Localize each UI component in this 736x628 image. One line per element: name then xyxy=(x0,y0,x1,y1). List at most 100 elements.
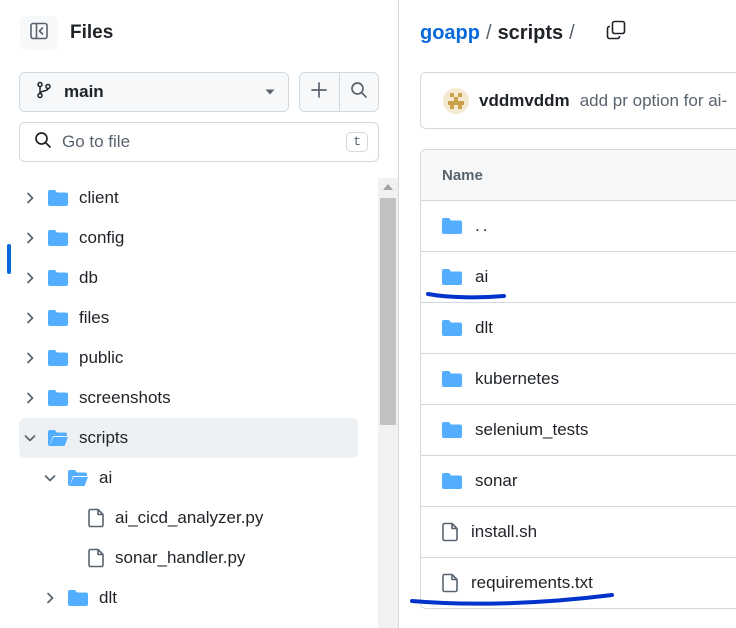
tree-item-ai-cicd-analyzer-py[interactable]: ai_cicd_analyzer.py xyxy=(59,498,358,538)
file-name-link[interactable]: dlt xyxy=(475,318,493,338)
folder-icon xyxy=(67,589,89,607)
tree-item-label: client xyxy=(79,188,119,207)
table-row[interactable]: sonar xyxy=(421,456,736,507)
commit-message[interactable]: add pr option for ai- xyxy=(580,91,727,111)
sidebar-header: Files xyxy=(20,16,114,50)
table-row[interactable]: requirements.txt xyxy=(421,558,736,608)
file-tree: client config db files public screenshots scri… xyxy=(0,178,372,628)
folder-open-icon xyxy=(47,429,69,447)
tree-item-db[interactable]: db xyxy=(19,258,358,298)
scrollbar-thumb[interactable] xyxy=(380,198,396,425)
triangle-down-icon xyxy=(264,83,276,101)
breadcrumb-repo-link[interactable]: goapp xyxy=(420,22,480,45)
folder-icon xyxy=(47,389,69,407)
tree-item-label: sonar_handler.py xyxy=(115,548,246,567)
folder-icon xyxy=(441,421,463,439)
tree-item-label: files xyxy=(79,308,110,327)
chevron-right-icon[interactable] xyxy=(39,592,61,604)
file-name-link[interactable]: requirements.txt xyxy=(471,573,593,593)
breadcrumb-current: scripts xyxy=(497,21,564,44)
file-icon xyxy=(87,508,105,528)
folder-icon xyxy=(47,309,69,327)
go-to-file-search[interactable]: t xyxy=(19,122,379,162)
tree-actions xyxy=(299,72,379,112)
table-row[interactable]: .. xyxy=(421,201,736,252)
scroll-up-arrow[interactable] xyxy=(383,184,393,190)
breadcrumb-separator: / xyxy=(486,21,492,44)
file-name-link[interactable]: .. xyxy=(475,216,490,236)
chevron-right-icon[interactable] xyxy=(19,312,41,324)
tree-item-screenshots[interactable]: screenshots xyxy=(19,378,358,418)
collapse-sidebar-button[interactable] xyxy=(20,16,58,50)
file-icon xyxy=(87,548,105,568)
breadcrumb: goapp / scripts / xyxy=(420,19,627,47)
file-name-link[interactable]: kubernetes xyxy=(475,369,559,389)
tree-item-label: db xyxy=(79,268,98,287)
copy-path-button[interactable] xyxy=(605,19,627,47)
tree-item-sonar-handler-py[interactable]: sonar_handler.py xyxy=(59,538,358,578)
tree-item-scripts[interactable]: scripts xyxy=(19,418,358,458)
keyboard-shortcut-hint: t xyxy=(346,132,368,152)
plus-icon xyxy=(310,81,328,104)
table-header: Name xyxy=(421,150,736,201)
table-row[interactable]: dlt xyxy=(421,303,736,354)
file-name-link[interactable]: install.sh xyxy=(471,522,537,542)
folder-icon xyxy=(47,189,69,207)
tree-item-client[interactable]: client xyxy=(19,178,358,218)
file-table: Name .. ai dlt kubernetes selenium_testssona… xyxy=(420,149,736,609)
branch-name: main xyxy=(64,82,104,101)
file-name-link[interactable]: ai xyxy=(475,267,488,287)
tree-item-label: ai_cicd_analyzer.py xyxy=(115,508,264,527)
folder-icon xyxy=(441,370,463,388)
chevron-right-icon[interactable] xyxy=(19,352,41,364)
breadcrumb-separator: / xyxy=(569,21,575,44)
table-row[interactable]: install.sh xyxy=(421,507,736,558)
folder-icon xyxy=(441,319,463,337)
directory-view: goapp / scripts / vddmvddm add pr option… xyxy=(400,0,736,628)
search-code-button[interactable] xyxy=(338,73,379,111)
folder-icon xyxy=(441,472,463,490)
tree-item-label: public xyxy=(79,348,124,367)
folder-icon xyxy=(441,217,463,235)
tree-item-label: dlt xyxy=(99,588,117,607)
chevron-right-icon[interactable] xyxy=(19,272,41,284)
chevron-down-icon[interactable] xyxy=(19,433,41,443)
folder-icon xyxy=(47,229,69,247)
chevron-right-icon[interactable] xyxy=(19,192,41,204)
add-file-button[interactable] xyxy=(300,73,339,111)
tree-item-public[interactable]: public xyxy=(19,338,358,378)
table-row[interactable]: kubernetes xyxy=(421,354,736,405)
chevron-down-icon[interactable] xyxy=(39,473,61,483)
file-icon xyxy=(441,573,459,593)
avatar[interactable] xyxy=(443,87,469,114)
tree-item-label: screenshots xyxy=(79,388,171,407)
folder-icon xyxy=(47,269,69,287)
latest-commit: vddmvddm add pr option for ai- xyxy=(420,72,736,129)
tree-item-dlt[interactable]: dlt xyxy=(39,578,358,618)
tree-item-label: ai xyxy=(99,468,113,487)
file-tree-sidebar: Files main Go to file t client config db… xyxy=(0,0,399,628)
commit-author[interactable]: vddmvddm xyxy=(479,91,570,111)
branch-selector[interactable]: main xyxy=(19,72,289,112)
sidebar-collapse-icon xyxy=(29,21,49,46)
tree-item-ai[interactable]: ai xyxy=(39,458,358,498)
go-to-file-input[interactable] xyxy=(62,132,347,152)
search-icon xyxy=(350,81,368,104)
file-icon xyxy=(441,522,459,542)
chevron-right-icon[interactable] xyxy=(19,392,41,404)
tree-item-config[interactable]: config xyxy=(19,218,358,258)
folder-icon xyxy=(47,349,69,367)
branch-controls: main xyxy=(19,72,379,112)
file-name-link[interactable]: sonar xyxy=(475,471,518,491)
git-branch-icon xyxy=(36,81,52,104)
tree-item-label: scripts xyxy=(79,428,129,447)
search-icon xyxy=(34,131,52,154)
file-name-link[interactable]: selenium_tests xyxy=(475,420,588,440)
tree-item-label: config xyxy=(79,228,125,247)
table-row[interactable]: selenium_tests xyxy=(421,405,736,456)
chevron-right-icon[interactable] xyxy=(19,232,41,244)
tree-item-files[interactable]: files xyxy=(19,298,358,338)
tree-scrollbar[interactable] xyxy=(378,178,398,628)
table-row[interactable]: ai xyxy=(421,252,736,303)
sidebar-title: Files xyxy=(70,22,114,43)
